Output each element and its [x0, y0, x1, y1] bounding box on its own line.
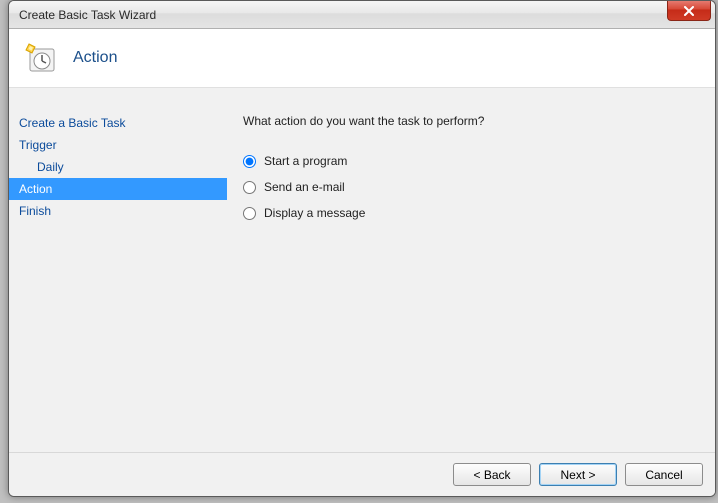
step-create-basic-task[interactable]: Create a Basic Task [9, 112, 227, 134]
header-band: Action [9, 29, 715, 87]
step-finish[interactable]: Finish [9, 200, 227, 222]
window-title: Create Basic Task Wizard [19, 8, 156, 22]
step-action[interactable]: Action [9, 178, 227, 200]
wizard-footer: < Back Next > Cancel [9, 452, 715, 496]
radio-start-program[interactable] [243, 155, 256, 168]
wizard-content: What action do you want the task to perf… [227, 88, 715, 452]
action-prompt: What action do you want the task to perf… [243, 114, 695, 128]
wizard-window: Create Basic Task Wizard Action Create a… [8, 0, 716, 497]
step-trigger[interactable]: Trigger [9, 134, 227, 156]
wizard-body: Create a Basic Task Trigger Daily Action… [9, 87, 715, 452]
wizard-steps-sidebar: Create a Basic Task Trigger Daily Action… [9, 88, 227, 452]
radio-display-message[interactable] [243, 207, 256, 220]
page-title: Action [73, 49, 117, 67]
option-label: Display a message [264, 206, 365, 220]
titlebar: Create Basic Task Wizard [9, 1, 715, 29]
step-daily[interactable]: Daily [9, 156, 227, 178]
close-button[interactable] [667, 1, 711, 21]
task-scheduler-icon [25, 42, 57, 74]
option-label: Start a program [264, 154, 347, 168]
radio-send-email[interactable] [243, 181, 256, 194]
close-icon [683, 6, 695, 16]
back-button[interactable]: < Back [453, 463, 531, 486]
option-display-message[interactable]: Display a message [243, 206, 695, 220]
option-send-email[interactable]: Send an e-mail [243, 180, 695, 194]
option-start-program[interactable]: Start a program [243, 154, 695, 168]
option-label: Send an e-mail [264, 180, 345, 194]
cancel-button[interactable]: Cancel [625, 463, 703, 486]
next-button[interactable]: Next > [539, 463, 617, 486]
